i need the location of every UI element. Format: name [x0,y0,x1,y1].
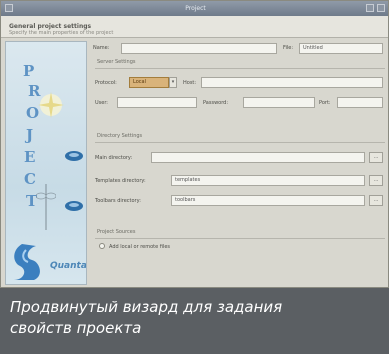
file-input[interactable]: Untitled [299,43,383,54]
templates-directory-input[interactable]: templates [171,175,365,186]
window-title: Project [185,5,206,12]
project-sources-divider [95,238,385,239]
user-label: User: [95,100,108,106]
server-settings-title: Server Settings [97,59,136,65]
dragonfly-icon [36,184,56,230]
sources-option-label: Add local or remote files [109,244,171,250]
sources-radio[interactable] [99,243,105,249]
close-icon[interactable] [377,4,385,12]
protocol-select[interactable]: Local [129,77,169,88]
port-input[interactable] [337,97,383,108]
disc-icon [65,151,83,161]
toolbars-directory-input[interactable]: toolbars [171,195,365,206]
disc-icon [65,201,83,211]
directory-settings-title: Directory Settings [97,133,143,139]
host-label: Host: [183,80,197,86]
wizard-step-subtitle: Specify the main properties of the proje… [9,30,114,36]
file-label: File: [283,45,294,51]
project-sources-title: Project Sources [97,229,136,235]
title-bar: Project [1,1,388,16]
password-input[interactable] [243,97,315,108]
minimize-icon[interactable] [366,4,374,12]
protocol-label: Protocol: [95,80,117,86]
logo-letter: C [24,170,37,188]
wizard-header: General project settings Specify the mai… [1,16,388,38]
server-settings-divider [95,68,385,69]
password-label: Password: [203,100,229,106]
logo-text: Quanta [50,261,87,271]
wizard-sidebar-image: P R O J E C T Quanta [5,41,87,285]
chevron-down-icon[interactable]: ▾ [169,77,177,88]
templates-directory-label: Templates directory: [95,178,146,184]
name-input[interactable] [121,43,277,54]
caption-line-1: Продвинутый визард для задания [10,298,283,316]
user-input[interactable] [117,97,197,108]
toolbars-directory-label: Toolbars directory: [95,198,141,204]
host-input[interactable] [201,77,383,88]
main-directory-label: Main directory: [95,155,133,161]
browse-main-directory-button[interactable]: ... [369,152,383,163]
star-icon [38,92,64,118]
browse-toolbars-directory-button[interactable]: ... [369,195,383,206]
logo-letter: P [23,62,36,80]
window-menu-icon[interactable] [5,4,13,12]
logo-letter: J [26,126,35,144]
main-directory-input[interactable] [151,152,365,163]
wizard-form: Name: File: Untitled Server Settings Pro… [91,41,387,285]
project-wizard-window: Project General project settings Specify… [0,0,389,288]
figure-caption: Продвинутый визард для задания свойств п… [0,288,389,354]
port-label: Port: [319,100,331,106]
logo-letter: E [24,148,37,166]
browse-templates-directory-button[interactable]: ... [369,175,383,186]
name-label: Name: [93,45,110,51]
directory-settings-divider [95,142,385,143]
caption-line-2: свойств проекта [10,319,142,337]
wizard-step-title: General project settings [9,23,92,30]
